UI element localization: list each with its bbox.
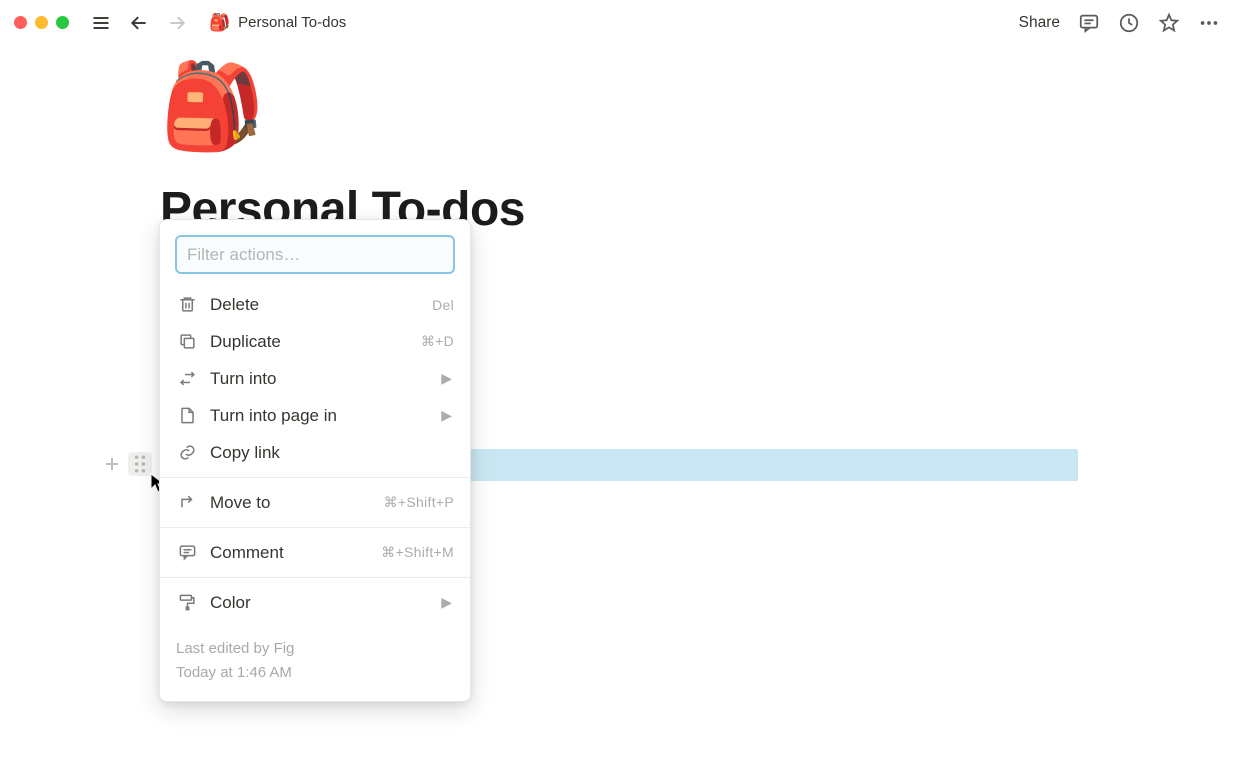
menu-footer: Last edited by Fig Today at 1:46 AM [160,625,470,701]
page-icon[interactable]: 🎒 [160,64,1080,148]
menu-item-shortcut: ⌘+Shift+P [384,494,454,511]
block-actions-menu: Delete Del Duplicate ⌘+D Turn into ▶ Tur… [159,219,471,702]
menu-item-label: Comment [210,543,369,563]
menu-separator [160,477,470,478]
menu-item-label: Duplicate [210,332,409,352]
menu-separator [160,577,470,578]
filter-actions-field[interactable] [175,235,455,274]
breadcrumb-page-title: Personal To-dos [238,14,346,31]
page-icon [176,405,198,427]
menu-item-delete[interactable]: Delete Del [160,286,470,323]
forward-button[interactable] [165,11,189,35]
filter-actions-input[interactable] [187,245,443,265]
updates-clock-icon[interactable] [1118,12,1140,34]
breadcrumb[interactable]: 🎒 Personal To-dos [203,9,352,37]
link-icon [176,442,198,464]
menu-item-shortcut: Del [432,297,454,313]
menu-item-shortcut: ⌘+D [421,333,454,350]
hamburger-menu-icon[interactable] [89,11,113,35]
menu-item-color[interactable]: Color ▶ [160,584,470,621]
duplicate-icon [176,331,198,353]
back-button[interactable] [127,11,151,35]
share-button[interactable]: Share [1019,14,1060,32]
add-block-button[interactable] [100,452,124,476]
menu-item-label: Turn into [210,369,429,389]
menu-item-comment[interactable]: Comment ⌘+Shift+M [160,534,470,571]
drag-handle-button[interactable] [128,452,152,476]
last-edited-by: Last edited by Fig [176,637,454,661]
more-menu-icon[interactable] [1198,12,1220,34]
menu-item-turn-into-page[interactable]: Turn into page in ▶ [160,397,470,434]
comment-icon [176,542,198,564]
last-edited-time: Today at 1:46 AM [176,661,454,685]
comments-icon[interactable] [1078,12,1100,34]
menu-item-label: Delete [210,295,420,315]
trash-icon [176,294,198,316]
menu-item-label: Turn into page in [210,406,429,426]
favorite-star-icon[interactable] [1158,12,1180,34]
window-close-dot[interactable] [14,16,27,29]
breadcrumb-page-icon: 🎒 [209,13,230,33]
paint-roller-icon [176,592,198,614]
window-minimize-dot[interactable] [35,16,48,29]
move-arrow-icon [176,492,198,514]
chevron-right-icon: ▶ [441,370,454,387]
chevron-right-icon: ▶ [441,407,454,424]
menu-item-label: Copy link [210,443,454,463]
menu-item-duplicate[interactable]: Duplicate ⌘+D [160,323,470,360]
chevron-right-icon: ▶ [441,594,454,611]
menu-item-turn-into[interactable]: Turn into ▶ [160,360,470,397]
transform-icon [176,368,198,390]
window-traffic-lights [14,16,69,29]
menu-item-move-to[interactable]: Move to ⌘+Shift+P [160,484,470,521]
window-fullscreen-dot[interactable] [56,16,69,29]
menu-item-shortcut: ⌘+Shift+M [381,544,454,561]
menu-item-label: Color [210,593,429,613]
menu-item-copy-link[interactable]: Copy link [160,434,470,471]
menu-separator [160,527,470,528]
menu-item-label: Move to [210,493,372,513]
